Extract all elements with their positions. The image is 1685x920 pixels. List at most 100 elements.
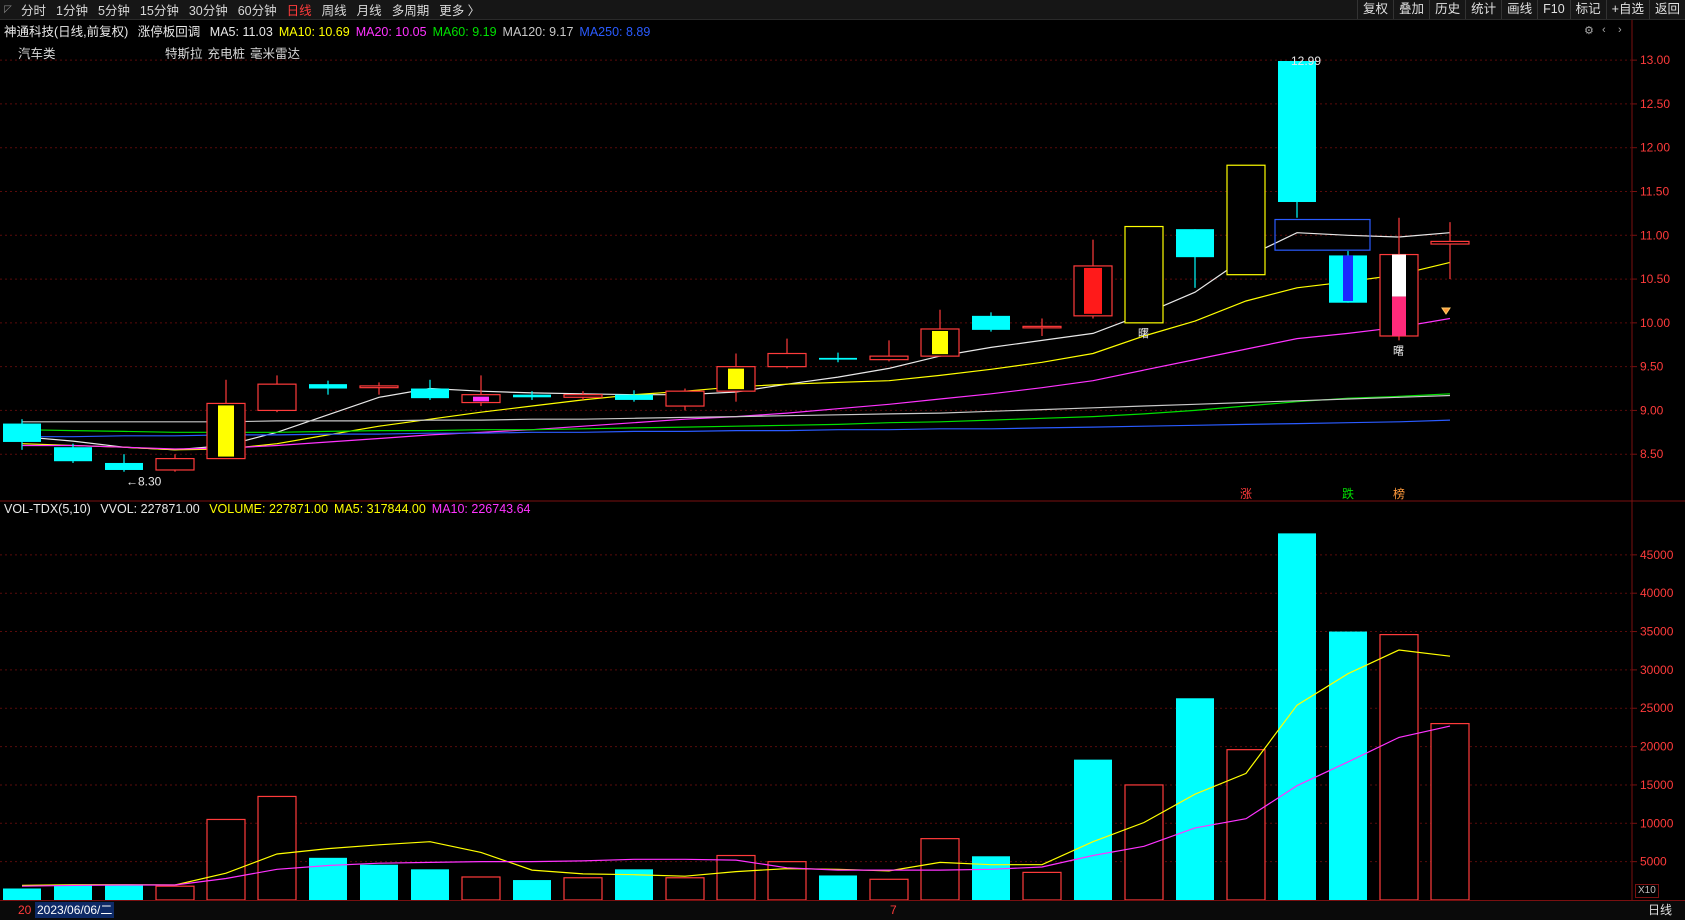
price-tick-label: 9.50 (1640, 360, 1664, 374)
tab-7[interactable]: 周线 (317, 0, 352, 19)
candle-body[interactable] (665, 390, 705, 407)
action-button-5[interactable]: F10 (1537, 0, 1570, 19)
signal-label: 涨 (1240, 486, 1252, 501)
candle-body[interactable] (1124, 225, 1164, 324)
candle-body[interactable] (1226, 164, 1266, 276)
candle-body[interactable] (309, 384, 347, 389)
volume-tick-label: 15000 (1640, 778, 1674, 792)
volume-bar[interactable] (819, 875, 857, 900)
volume-tick-label: 20000 (1640, 740, 1674, 754)
action-button-3[interactable]: 统计 (1465, 0, 1501, 19)
candle-body[interactable] (1278, 61, 1316, 203)
candle-signal-fill (473, 396, 489, 402)
candle-body[interactable] (257, 383, 297, 412)
volume-bar[interactable] (206, 818, 246, 900)
candle-body[interactable] (1176, 229, 1214, 258)
price-tick-label: 9.00 (1640, 403, 1664, 417)
action-button-7[interactable]: +自选 (1605, 0, 1649, 19)
price-tick-label: 11.00 (1640, 228, 1669, 242)
signal-mark: 曙 (1138, 327, 1149, 340)
volume-tick-label: 10000 (1640, 816, 1674, 830)
tab-6[interactable]: 日线 (282, 0, 317, 19)
volume-bar[interactable] (1430, 722, 1470, 900)
time-axis: 20 2023/06/06/二 7 日线 (0, 900, 1685, 920)
cursor-date-label: 2023/06/06/二 (35, 902, 115, 918)
volume-bar[interactable] (3, 888, 41, 900)
candle-body[interactable] (359, 385, 399, 389)
candle-band (1343, 255, 1353, 301)
candle-body[interactable] (155, 457, 195, 471)
candle-body[interactable] (819, 357, 857, 360)
volume-bar[interactable] (1176, 698, 1214, 900)
tab-9[interactable]: 多周期 (387, 0, 435, 19)
volume-bar[interactable] (1329, 631, 1367, 900)
tab-0[interactable]: 分时 (16, 0, 51, 19)
high-annotation: 12.99 (1291, 54, 1321, 68)
volume-bar[interactable] (513, 880, 551, 900)
volume-bar[interactable] (461, 876, 501, 900)
volume-bar[interactable] (972, 856, 1010, 900)
candle-body[interactable] (3, 423, 41, 442)
action-button-2[interactable]: 历史 (1429, 0, 1465, 19)
candle-band-lower (1392, 296, 1406, 336)
candle-body[interactable] (615, 394, 653, 400)
candle-body[interactable] (105, 462, 143, 470)
period-tabs: 分时 1分钟 5分钟 15分钟 30分钟 60分钟 日线 周线 月线 多周期 更多 〉 (16, 0, 485, 19)
volume-bar[interactable] (1124, 784, 1164, 900)
chart-canvas[interactable]: 13.00 12.50 12.00 11.50 11.00 10.50 10.00 9.50 9… (0, 20, 1685, 900)
tab-8[interactable]: 月线 (352, 0, 387, 19)
tab-4[interactable]: 30分钟 (184, 0, 233, 19)
signal-label: 跌 (1342, 486, 1354, 501)
volume-bar[interactable] (360, 864, 398, 900)
price-tick-label: 10.00 (1640, 316, 1670, 330)
volume-bar[interactable] (309, 857, 347, 900)
volume-tick-label: 35000 (1640, 625, 1674, 639)
price-tick-label: 13.00 (1640, 53, 1670, 67)
candle-body[interactable] (563, 394, 603, 398)
volume-bar[interactable] (257, 795, 297, 900)
price-tick-label: 10.50 (1640, 272, 1670, 286)
candle-body[interactable] (411, 388, 449, 399)
volume-tick-label: 45000 (1640, 548, 1674, 562)
candle-body[interactable] (1022, 325, 1062, 329)
tab-1[interactable]: 1分钟 (51, 0, 93, 19)
scale-badge: X10 (1635, 884, 1659, 898)
price-tick-label: 8.50 (1640, 447, 1664, 461)
window-corner-icon[interactable]: ◸ (0, 0, 16, 19)
volume-bar[interactable] (1278, 533, 1316, 900)
period-label[interactable]: 日线 (1648, 902, 1672, 918)
volume-bar[interactable] (563, 877, 603, 900)
candle-body[interactable] (869, 355, 909, 361)
candle-body[interactable] (972, 315, 1010, 330)
tab-2[interactable]: 5分钟 (93, 0, 135, 19)
candle-body[interactable] (513, 394, 551, 398)
signal-mark: 曙 (1393, 344, 1404, 357)
candle-body[interactable] (1430, 240, 1470, 245)
toolbar-actions: 复权 叠加 历史 统计 画线 F10 标记 +自选 返回 (1357, 0, 1685, 19)
volume-bar[interactable] (665, 877, 705, 900)
candle-body[interactable] (767, 352, 807, 368)
volume-bar[interactable] (105, 884, 143, 900)
action-button-4[interactable]: 画线 (1501, 0, 1537, 19)
volume-bar[interactable] (155, 885, 195, 900)
action-button-0[interactable]: 复权 (1357, 0, 1393, 19)
action-button-6[interactable]: 标记 (1569, 0, 1606, 19)
tab-10[interactable]: 更多 〉 (434, 0, 485, 19)
action-button-1[interactable]: 叠加 (1393, 0, 1429, 19)
diamond-icon (1441, 307, 1451, 315)
candle-signal-fill (932, 330, 948, 355)
volume-bar[interactable] (411, 869, 449, 900)
tab-3[interactable]: 15分钟 (135, 0, 184, 19)
tab-5[interactable]: 60分钟 (233, 0, 282, 19)
volume-bar[interactable] (1226, 749, 1266, 900)
candle-body[interactable] (54, 447, 92, 462)
volume-bar[interactable] (1074, 759, 1112, 900)
volume-bar[interactable] (869, 878, 909, 900)
volume-tick-label: 5000 (1640, 855, 1667, 869)
price-tick-label: 12.50 (1640, 97, 1670, 111)
candle-signal-fill (218, 405, 234, 457)
volume-bar[interactable] (1022, 871, 1062, 900)
action-button-8[interactable]: 返回 (1648, 0, 1685, 19)
volume-bar[interactable] (1379, 634, 1419, 900)
volume-bar[interactable] (54, 884, 92, 900)
